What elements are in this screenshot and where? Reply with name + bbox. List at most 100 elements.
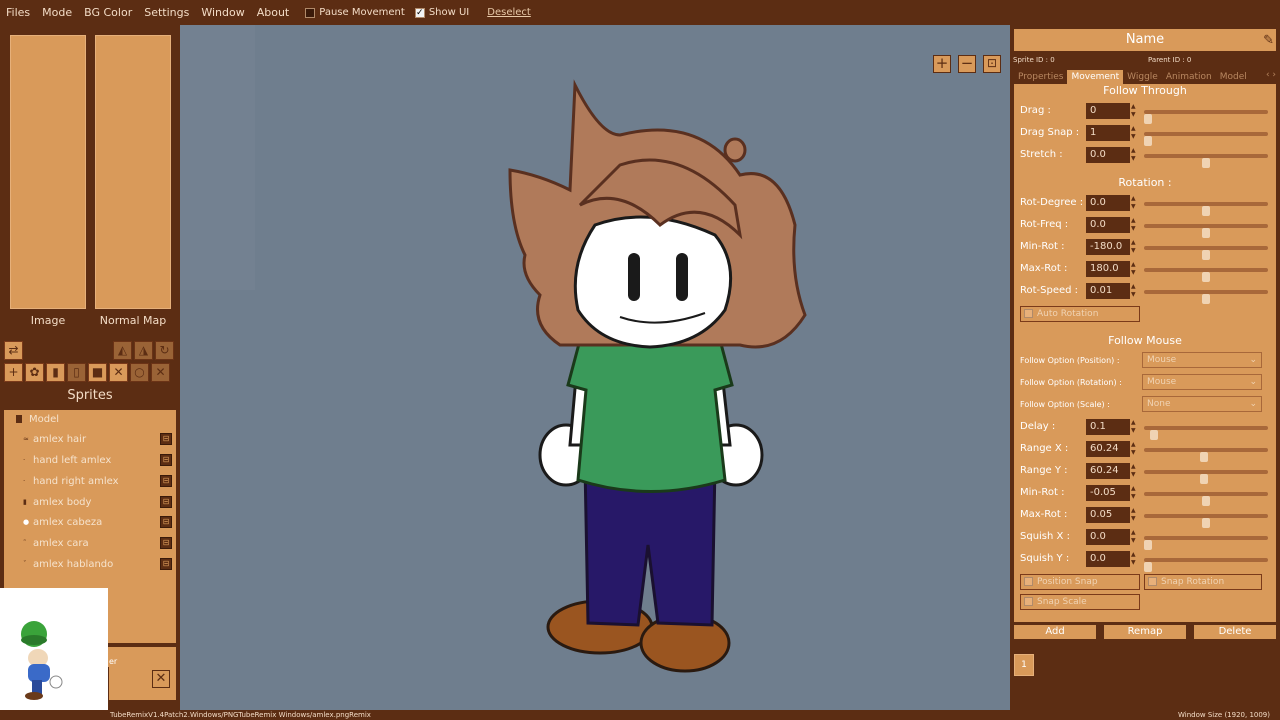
tab-scroll-icon[interactable]: ‹ › [1266, 70, 1276, 80]
page-1-button[interactable]: 1 [1014, 654, 1034, 676]
slider-handle[interactable] [1202, 228, 1210, 238]
spin-arrows-icon[interactable]: ▲ ▼ [1131, 529, 1136, 545]
edit-pencil-icon[interactable]: ✎ [1263, 33, 1274, 48]
show-ui-toggle[interactable]: ✓ Show UI [414, 7, 469, 18]
spin-arrows-icon[interactable]: ▲ ▼ [1131, 507, 1136, 523]
tab-model[interactable]: Model [1216, 70, 1251, 84]
slider-handle[interactable] [1202, 206, 1210, 216]
delay-slider[interactable] [1144, 426, 1268, 440]
delete-button[interactable]: Delete [1194, 625, 1276, 639]
clear-icon[interactable]: ○ [130, 363, 149, 382]
pause-movement-toggle[interactable]: Pause Movement [305, 7, 405, 18]
stretch-slider[interactable] [1144, 154, 1268, 168]
visibility-icon[interactable]: ⊟ [160, 496, 172, 508]
remap-button[interactable]: Remap [1104, 625, 1186, 639]
slider-handle[interactable] [1150, 430, 1158, 440]
add-button[interactable]: Add [1014, 625, 1096, 639]
squish-y-spinbox[interactable]: 0.0 [1086, 551, 1130, 567]
menu-files[interactable]: Files [0, 0, 36, 25]
menu-mode[interactable]: Mode [36, 0, 78, 25]
spin-arrows-icon[interactable]: ▲ ▼ [1131, 485, 1136, 501]
spin-arrows-icon[interactable]: ▲ ▼ [1131, 441, 1136, 457]
tree-item[interactable]: · hand right amlex ⊟ [4, 472, 176, 492]
visibility-icon[interactable]: ⊟ [160, 475, 172, 487]
range-y-spinbox[interactable]: 60.24 [1086, 463, 1130, 479]
squish-x-slider[interactable] [1144, 536, 1268, 550]
mouse-max-rot-slider[interactable] [1144, 514, 1268, 528]
rot-freq-slider[interactable] [1144, 224, 1268, 238]
slider-handle[interactable] [1202, 518, 1210, 528]
rot-degree-spinbox[interactable]: 0.0 [1086, 195, 1130, 211]
tree-item[interactable]: ● amlex cabeza ⊟ [4, 513, 176, 533]
mouse-max-rot-spinbox[interactable]: 0.05 [1086, 507, 1130, 523]
delete-icon[interactable]: ✕ [109, 363, 128, 382]
visibility-icon[interactable]: ⊟ [160, 433, 172, 445]
spin-arrows-icon[interactable]: ▲ ▼ [1131, 551, 1136, 567]
visibility-icon[interactable]: ⊟ [160, 454, 172, 466]
tab-movement[interactable]: Movement [1067, 70, 1124, 84]
slider-handle[interactable] [1202, 294, 1210, 304]
mouse-min-rot-slider[interactable] [1144, 492, 1268, 506]
rot-freq-spinbox[interactable]: 0.0 [1086, 217, 1130, 233]
checkbox-box[interactable] [1024, 597, 1033, 606]
tab-animation[interactable]: Animation [1162, 70, 1216, 84]
slider-handle[interactable] [1202, 158, 1210, 168]
min-rot-slider[interactable] [1144, 246, 1268, 260]
image-slot[interactable] [10, 35, 86, 309]
snap-rotation-checkbox[interactable]: Snap Rotation [1144, 574, 1262, 590]
add-sprite-icon[interactable]: + [4, 363, 23, 382]
slider-handle[interactable] [1200, 474, 1208, 484]
trash-icon[interactable]: ■ [88, 363, 107, 382]
visibility-icon[interactable]: ⊟ [160, 558, 172, 570]
mouse-min-rot-spinbox[interactable]: -0.05 [1086, 485, 1130, 501]
menu-settings[interactable]: Settings [138, 0, 195, 25]
spin-arrows-icon[interactable]: ▲ ▼ [1131, 419, 1136, 435]
link-icon[interactable]: ⇄ [4, 341, 23, 360]
slider-handle[interactable] [1144, 562, 1152, 572]
squish-y-slider[interactable] [1144, 558, 1268, 572]
flip-v-icon[interactable]: ◮ [134, 341, 153, 360]
spin-arrows-icon[interactable]: ▲ ▼ [1131, 103, 1136, 119]
rotate-icon[interactable]: ↻ [155, 341, 174, 360]
show-ui-checkbox[interactable]: ✓ [414, 7, 425, 18]
spin-arrows-icon[interactable]: ▲ ▼ [1131, 463, 1136, 479]
rot-speed-spinbox[interactable]: 0.01 [1086, 283, 1130, 299]
tree-item[interactable]: ≈ amlex hair ⊟ [4, 430, 176, 450]
spin-arrows-icon[interactable]: ▲ ▼ [1131, 217, 1136, 233]
sprite-name[interactable]: Name [1014, 29, 1276, 51]
drag-spinbox[interactable]: 0 [1086, 103, 1130, 119]
follow-option-position-select[interactable]: Mouse ⌄ [1142, 352, 1262, 368]
auto-rotation-checkbox[interactable]: Auto Rotation [1020, 306, 1140, 322]
spin-arrows-icon[interactable]: ▲ ▼ [1131, 261, 1136, 277]
stretch-spinbox[interactable]: 0.0 [1086, 147, 1130, 163]
checkbox-box[interactable] [1148, 577, 1157, 586]
delay-spinbox[interactable]: 0.1 [1086, 419, 1130, 435]
tree-item[interactable]: ˜ amlex cara ⊟ [4, 534, 176, 554]
position-snap-checkbox[interactable]: Position Snap [1020, 574, 1140, 590]
rot-speed-slider[interactable] [1144, 290, 1268, 304]
tree-item[interactable]: ˇ amlex hablando ⊟ [4, 555, 176, 575]
max-rot-slider[interactable] [1144, 268, 1268, 282]
slider-handle[interactable] [1144, 114, 1152, 124]
tab-wiggle[interactable]: Wiggle [1123, 70, 1162, 84]
spin-arrows-icon[interactable]: ▲ ▼ [1131, 147, 1136, 163]
spin-arrows-icon[interactable]: ▲ ▼ [1131, 283, 1136, 299]
visibility-icon[interactable]: ⊟ [160, 537, 172, 549]
spin-arrows-icon[interactable]: ▲ ▼ [1131, 239, 1136, 255]
slider-handle[interactable] [1200, 452, 1208, 462]
max-rot-spinbox[interactable]: 180.0 [1086, 261, 1130, 277]
close-icon[interactable]: ✕ [152, 670, 170, 688]
checkbox-box[interactable] [1024, 309, 1033, 318]
duplicate-icon[interactable]: ▮ [46, 363, 65, 382]
slider-handle[interactable] [1202, 272, 1210, 282]
drag-snap-slider[interactable] [1144, 132, 1268, 146]
remove-icon[interactable]: ✕ [151, 363, 170, 382]
menu-bg-color[interactable]: BG Color [78, 0, 138, 25]
range-y-slider[interactable] [1144, 470, 1268, 484]
range-x-slider[interactable] [1144, 448, 1268, 462]
viewport[interactable]: + − ⊡ [180, 25, 1010, 710]
min-rot-spinbox[interactable]: -180.0 [1086, 239, 1130, 255]
drag-slider[interactable] [1144, 110, 1268, 124]
drag-snap-spinbox[interactable]: 1 [1086, 125, 1130, 141]
slider-handle[interactable] [1144, 540, 1152, 550]
